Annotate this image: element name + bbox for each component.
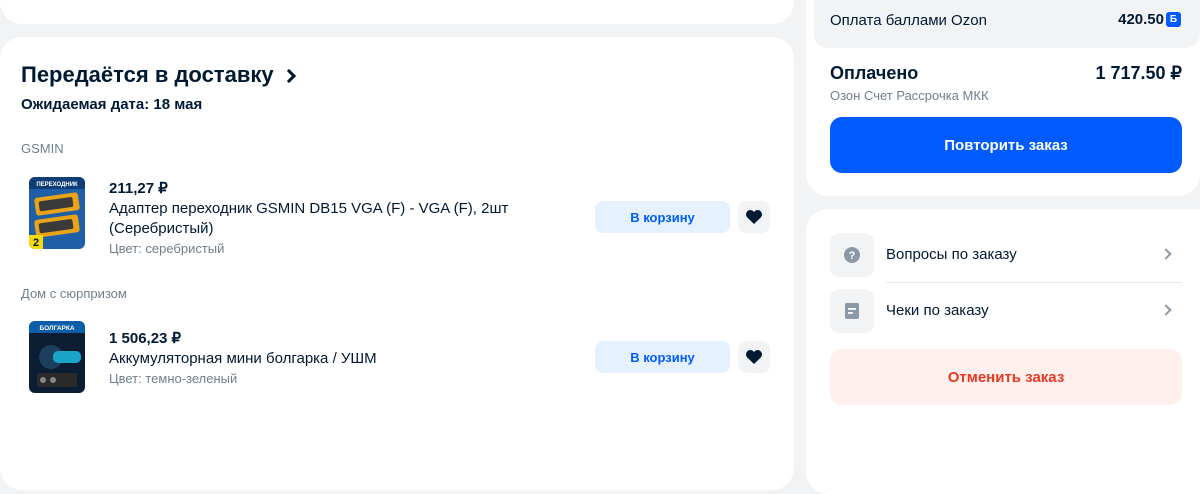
favorite-button[interactable]	[738, 341, 770, 373]
thumb-caption: ПЕРЕХОДНИК	[36, 182, 78, 188]
previous-card	[0, 0, 794, 24]
heart-icon	[746, 210, 762, 224]
order-receipts-link[interactable]: Чеки по заказу	[830, 287, 1182, 335]
order-questions-link[interactable]: ? Вопросы по заказу	[830, 231, 1182, 279]
paid-label: Оплачено	[830, 63, 919, 83]
delivery-status-title[interactable]: Передаётся в доставку	[21, 62, 296, 88]
bonus-payment-label: Оплата баллами Ozon	[830, 12, 987, 29]
chevron-right-icon[interactable]	[281, 68, 296, 84]
cancel-order-button[interactable]: Отменить заказ	[830, 349, 1182, 405]
order-item: БОЛГАРКА 1 506,23 ₽ Аккумуляторная мини …	[21, 321, 781, 401]
thumb-badge: 2	[33, 237, 39, 249]
repeat-order-button[interactable]: Повторить заказ	[830, 117, 1182, 173]
payment-method: Озон Счет Рассрочка МКК	[830, 88, 989, 103]
divider	[886, 282, 1182, 283]
chevron-right-icon	[1160, 304, 1172, 316]
product-thumbnail[interactable]: ПЕРЕХОДНИК 2	[29, 177, 85, 249]
delivery-card-bottom	[0, 400, 794, 490]
thumb-caption: БОЛГАРКА	[39, 325, 74, 332]
add-to-cart-button[interactable]: В корзину	[595, 341, 730, 373]
order-item: ПЕРЕХОДНИК 2 211,27 ₽ Адаптер переходник…	[21, 177, 781, 257]
chevron-right-icon	[1160, 248, 1172, 260]
favorite-button[interactable]	[738, 201, 770, 233]
item-color: Цвет: темно-зеленый	[109, 371, 238, 386]
heart-icon	[746, 350, 762, 364]
order-questions-label: Вопросы по заказу	[886, 246, 1017, 263]
item-title[interactable]: Аккумуляторная мини болгарка / УШМ	[109, 349, 549, 369]
order-receipts-label: Чеки по заказу	[886, 302, 989, 319]
seller-name[interactable]: GSMIN	[21, 141, 64, 156]
item-price: 1 506,23 ₽	[109, 330, 182, 347]
delivery-status-label[interactable]: Передаётся в доставку	[21, 62, 274, 88]
receipt-icon	[830, 289, 874, 333]
bonus-payment-value: 420.50	[1118, 11, 1164, 28]
product-thumbnail[interactable]: БОЛГАРКА	[29, 321, 85, 393]
seller-name[interactable]: Дом с сюрпризом	[21, 286, 127, 301]
question-icon: ?	[830, 233, 874, 277]
item-price: 211,27 ₽	[109, 180, 168, 197]
ozon-points-icon: Б	[1166, 12, 1181, 27]
svg-text:?: ?	[849, 250, 856, 262]
expected-date: Ожидаемая дата: 18 мая	[21, 96, 203, 113]
item-color: Цвет: серебристый	[109, 241, 225, 256]
paid-amount: 1 717.50 ₽	[1095, 63, 1182, 83]
item-title[interactable]: Адаптер переходник GSMIN DB15 VGA (F) - …	[109, 199, 549, 239]
add-to-cart-button[interactable]: В корзину	[595, 201, 730, 233]
